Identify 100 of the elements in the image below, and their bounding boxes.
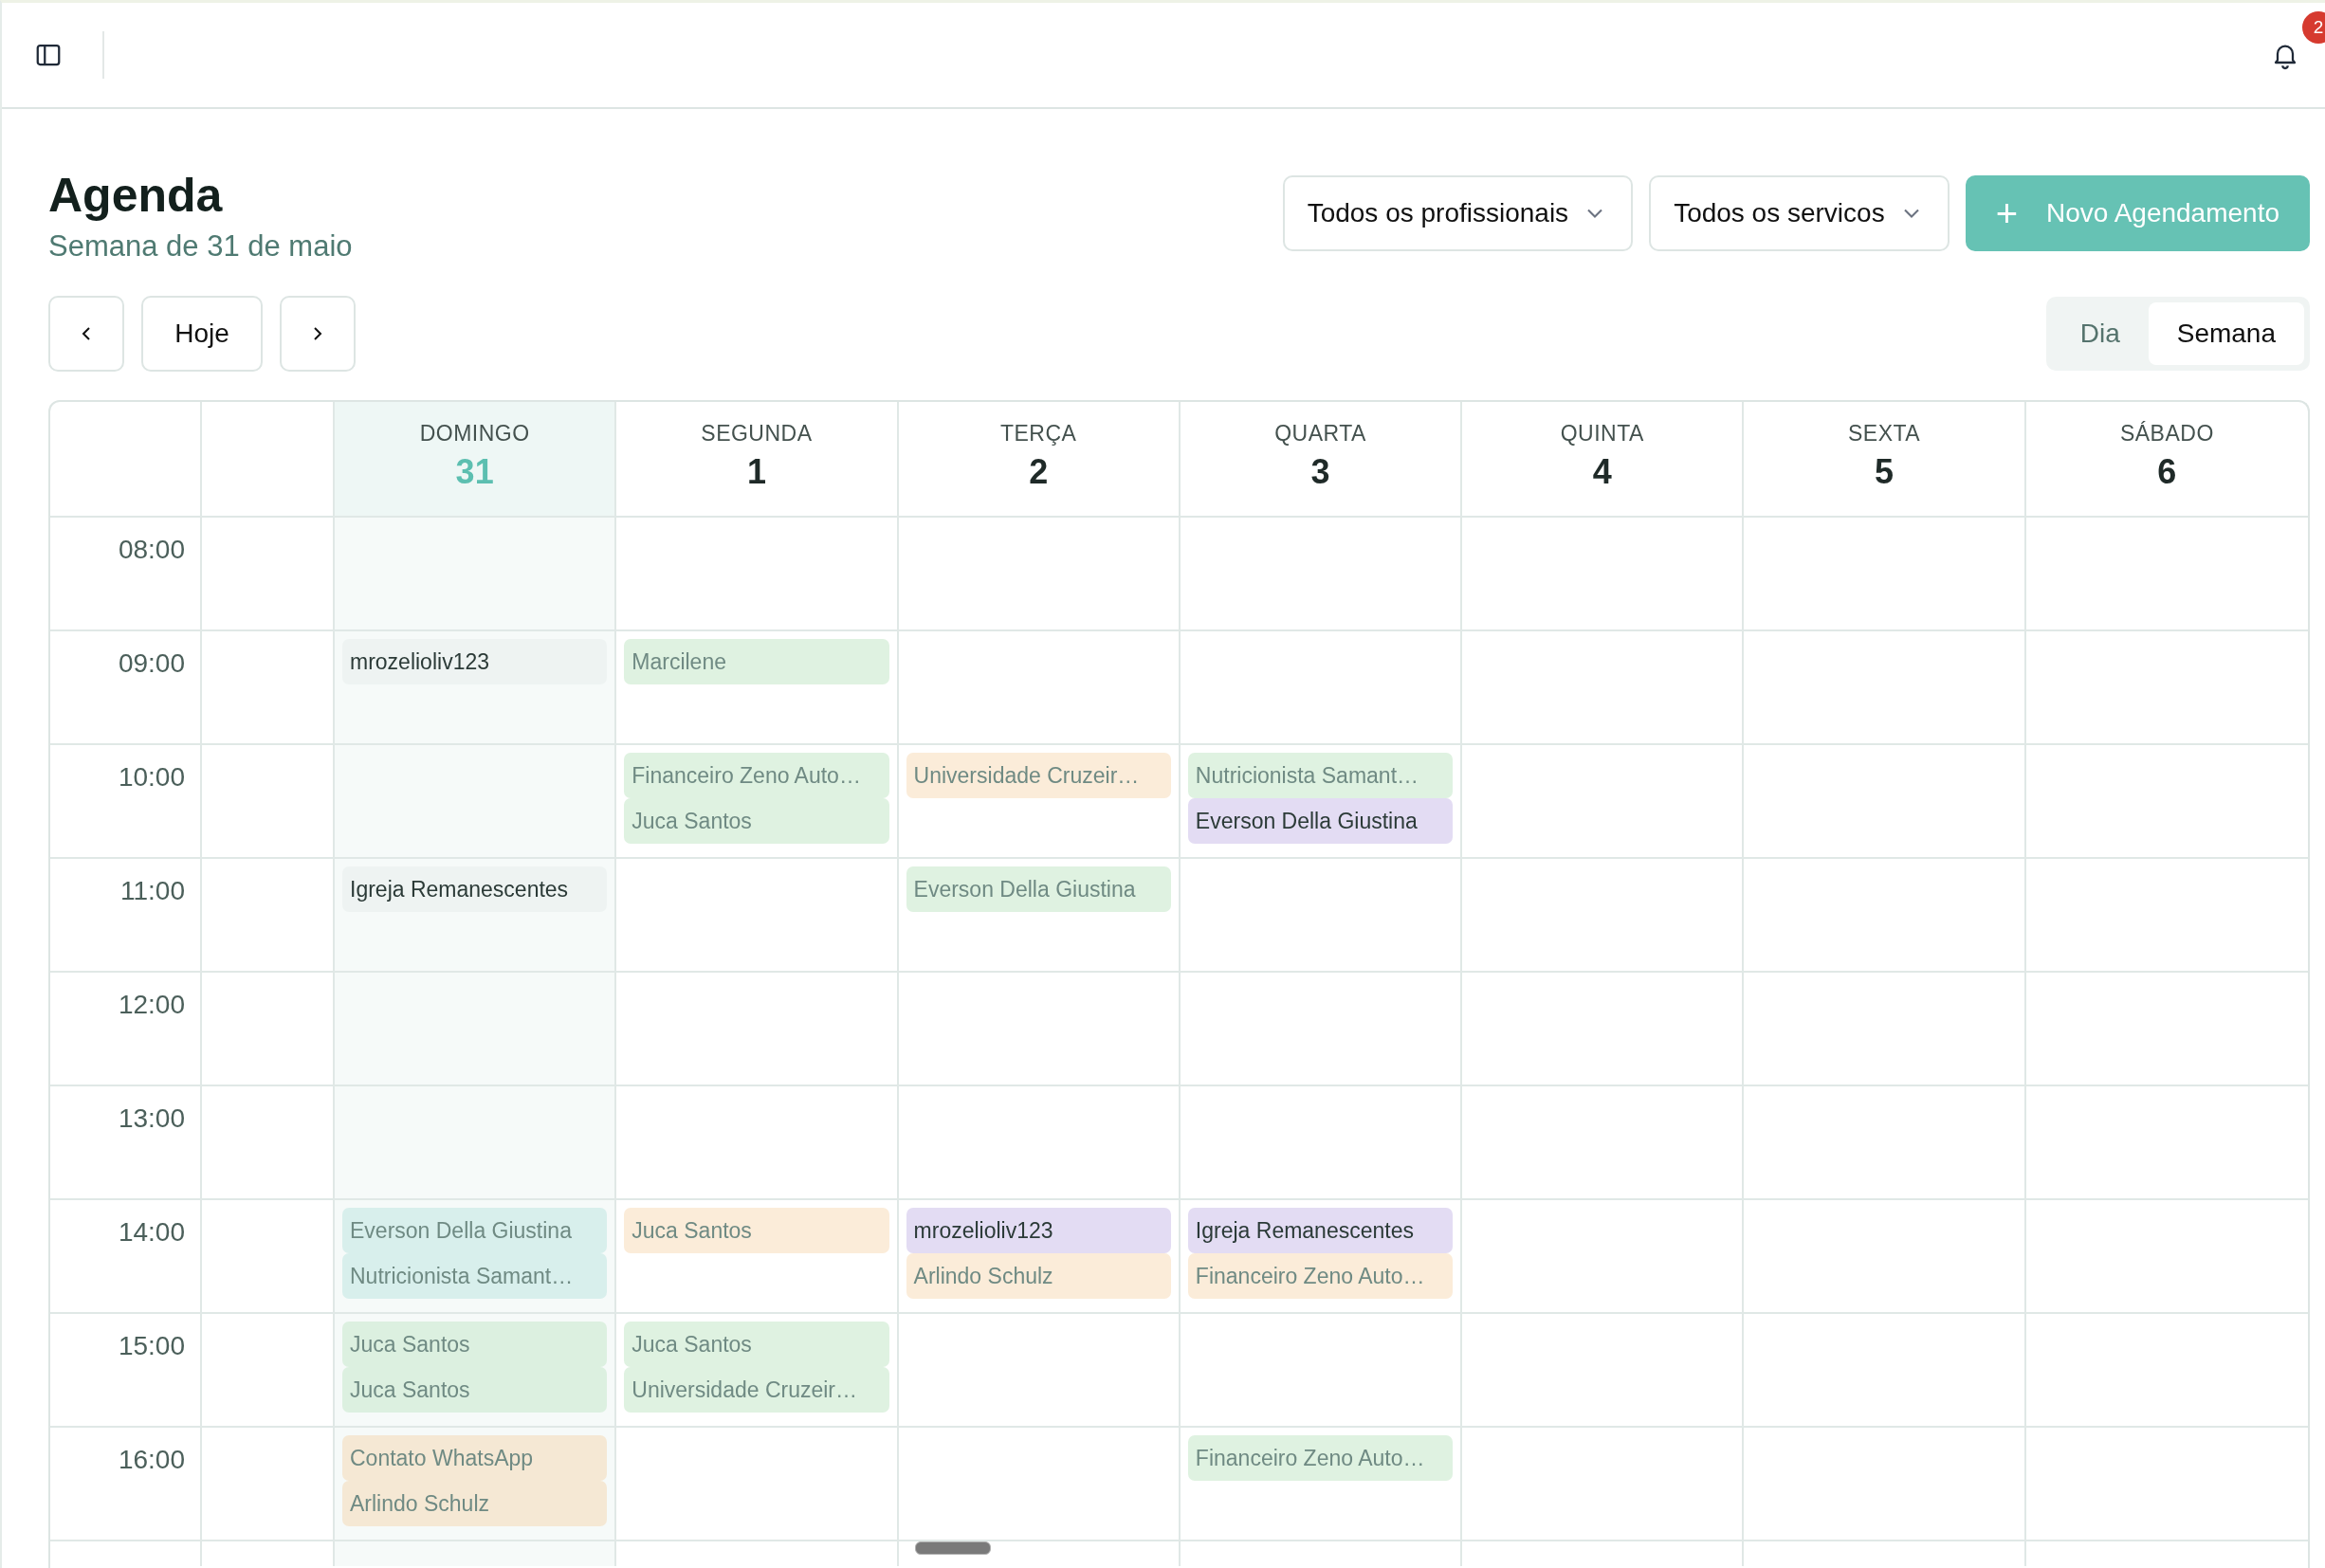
appointment-chip[interactable]: Juca Santos — [624, 1208, 889, 1253]
time-slot[interactable] — [1744, 859, 2026, 973]
time-slot[interactable] — [1744, 631, 2026, 745]
day-header[interactable]: QUINTA 4 — [1462, 402, 1745, 518]
time-slot[interactable] — [616, 859, 899, 973]
time-slot[interactable] — [1180, 1086, 1463, 1200]
day-header[interactable]: SEGUNDA 1 — [616, 402, 899, 518]
previous-button[interactable] — [48, 296, 124, 372]
time-slot[interactable] — [1462, 859, 1745, 973]
appointment-chip[interactable]: Financeiro Zeno Auto… — [1187, 1435, 1454, 1481]
appointment-chip[interactable]: Igreja Remanescentes — [1187, 1208, 1454, 1253]
new-appointment-button[interactable]: + Novo Agendamento — [1965, 175, 2310, 251]
time-slot[interactable] — [1462, 973, 1745, 1086]
appointment-chip[interactable]: Universidade Cruzeir… — [624, 1367, 889, 1413]
appointment-chip[interactable]: Juca Santos — [624, 1322, 889, 1367]
appointment-chip[interactable]: Financeiro Zeno Auto… — [624, 753, 889, 798]
time-label: 09:00 — [118, 648, 185, 680]
time-slot[interactable] — [1744, 745, 2026, 859]
time-slot[interactable]: Nutricionista Samant… Everson Della Giustina — [1180, 745, 1463, 859]
day-header[interactable]: TERÇA 2 — [898, 402, 1181, 518]
appointment-chip[interactable]: Nutricionista Samant… — [1187, 753, 1454, 798]
time-slot[interactable] — [1744, 1200, 2026, 1314]
today-button[interactable]: Hoje — [141, 296, 263, 372]
time-slot[interactable]: mrozelioliv123 Arlindo Schulz — [898, 1200, 1181, 1314]
filter-dropdown[interactable]: Todos os servicos — [1649, 175, 1950, 251]
day-name: SEXTA — [1847, 421, 1921, 447]
time-label: 14:00 — [118, 1217, 185, 1249]
appointment-chip[interactable]: Juca Santos — [342, 1367, 608, 1413]
appointment-chip[interactable]: mrozelioliv123 — [906, 1208, 1171, 1253]
time-slot[interactable] — [1744, 973, 2026, 1086]
appointment-chip[interactable]: Nutricionista Samant… — [342, 1253, 608, 1299]
day-number: 6 — [2157, 452, 2177, 492]
day-header[interactable]: QUARTA 3 — [1180, 402, 1463, 518]
appointment-chip[interactable]: Juca Santos — [624, 798, 889, 844]
time-slot[interactable] — [898, 631, 1181, 745]
appointment-chip[interactable]: Arlindo Schulz — [342, 1481, 608, 1526]
time-slot[interactable] — [616, 1086, 899, 1200]
time-slot[interactable] — [1462, 1314, 1745, 1428]
time-slot[interactable]: Igreja Remanescentes — [335, 859, 617, 973]
appointment-chip[interactable]: mrozelioliv123 — [342, 639, 608, 684]
day-header[interactable]: SÁBADO 6 — [2025, 402, 2308, 518]
time-slot[interactable]: Financeiro Zeno Auto… Juca Santos — [616, 745, 899, 859]
appointment-chip[interactable]: Financeiro Zeno Auto… — [1187, 1253, 1454, 1299]
day-number: 2 — [1029, 452, 1049, 492]
time-slot[interactable] — [1180, 518, 1463, 631]
page-title: Agenda — [48, 170, 224, 222]
time-slot[interactable] — [1462, 1086, 1745, 1200]
time-slot[interactable]: Contato WhatsApp Arlindo Schulz — [335, 1428, 617, 1541]
time-slot[interactable] — [335, 1086, 617, 1200]
appointment-chip[interactable]: Universidade Cruzeir… — [906, 753, 1171, 798]
time-slot[interactable] — [1462, 631, 1745, 745]
plus-icon: + — [1995, 194, 2019, 232]
time-slot[interactable]: Financeiro Zeno Auto… — [1180, 1428, 1463, 1541]
time-slot[interactable] — [1744, 518, 2026, 631]
view-tab[interactable]: Semana — [2148, 302, 2304, 365]
appointment-chip[interactable]: Contato WhatsApp — [342, 1435, 608, 1481]
time-slot[interactable] — [616, 518, 899, 631]
time-slot[interactable] — [1744, 1314, 2026, 1428]
time-slot[interactable] — [898, 518, 1181, 631]
time-slot[interactable] — [1462, 745, 1745, 859]
time-slot[interactable]: Juca Santos Universidade Cruzeir… — [616, 1314, 899, 1428]
time-slot[interactable] — [335, 973, 617, 1086]
time-slot[interactable]: Marcilene — [616, 631, 899, 745]
appointment-chip[interactable]: Everson Della Giustina — [906, 866, 1171, 912]
page-subtitle: Semana de 31 de maio — [48, 229, 353, 264]
time-slot[interactable]: Everson Della Giustina — [898, 859, 1181, 973]
time-slot[interactable] — [335, 518, 617, 631]
time-slot[interactable]: Everson Della Giustina Nutricionista Samant… — [335, 1200, 617, 1314]
time-slot[interactable] — [898, 1314, 1181, 1428]
time-slot[interactable]: Universidade Cruzeir… — [898, 745, 1181, 859]
time-slot[interactable]: mrozelioliv123 — [335, 631, 617, 745]
appointment-chip[interactable]: Marcilene — [624, 639, 889, 684]
day-header[interactable]: DOMINGO 31 — [335, 402, 617, 518]
next-button[interactable] — [280, 296, 356, 372]
time-slot[interactable] — [616, 1428, 899, 1541]
day-header[interactable]: SEXTA 5 — [1744, 402, 2026, 518]
appointment-chip[interactable]: Igreja Remanescentes — [342, 866, 608, 912]
appointment-chip[interactable]: Everson Della Giustina — [1187, 798, 1454, 844]
time-slot[interactable] — [335, 745, 617, 859]
time-slot[interactable]: Igreja Remanescentes Financeiro Zeno Auto… — [1180, 1200, 1463, 1314]
appointment-chip[interactable]: Juca Santos — [342, 1322, 608, 1367]
time-slot[interactable] — [1744, 1428, 2026, 1541]
time-slot[interactable] — [1744, 1086, 2026, 1200]
view-tab[interactable]: Dia — [2051, 302, 2149, 365]
time-slot[interactable] — [1462, 1200, 1745, 1314]
time-slot[interactable] — [1180, 1314, 1463, 1428]
appointment-chip[interactable]: Everson Della Giustina — [342, 1208, 608, 1253]
time-slot[interactable]: Juca Santos — [616, 1200, 899, 1314]
time-slot[interactable] — [616, 973, 899, 1086]
time-slot[interactable] — [1180, 631, 1463, 745]
time-slot[interactable] — [898, 1086, 1181, 1200]
time-slot[interactable] — [898, 973, 1181, 1086]
time-slot[interactable] — [1180, 859, 1463, 973]
time-slot[interactable] — [1462, 1428, 1745, 1541]
time-slot[interactable] — [1462, 518, 1745, 631]
time-slot[interactable] — [1180, 973, 1463, 1086]
appointment-chip[interactable]: Arlindo Schulz — [906, 1253, 1171, 1299]
scrollbar-thumb[interactable] — [915, 1541, 991, 1555]
filter-dropdown[interactable]: Todos os profissionais — [1282, 175, 1634, 251]
time-slot[interactable]: Juca Santos Juca Santos — [335, 1314, 617, 1428]
